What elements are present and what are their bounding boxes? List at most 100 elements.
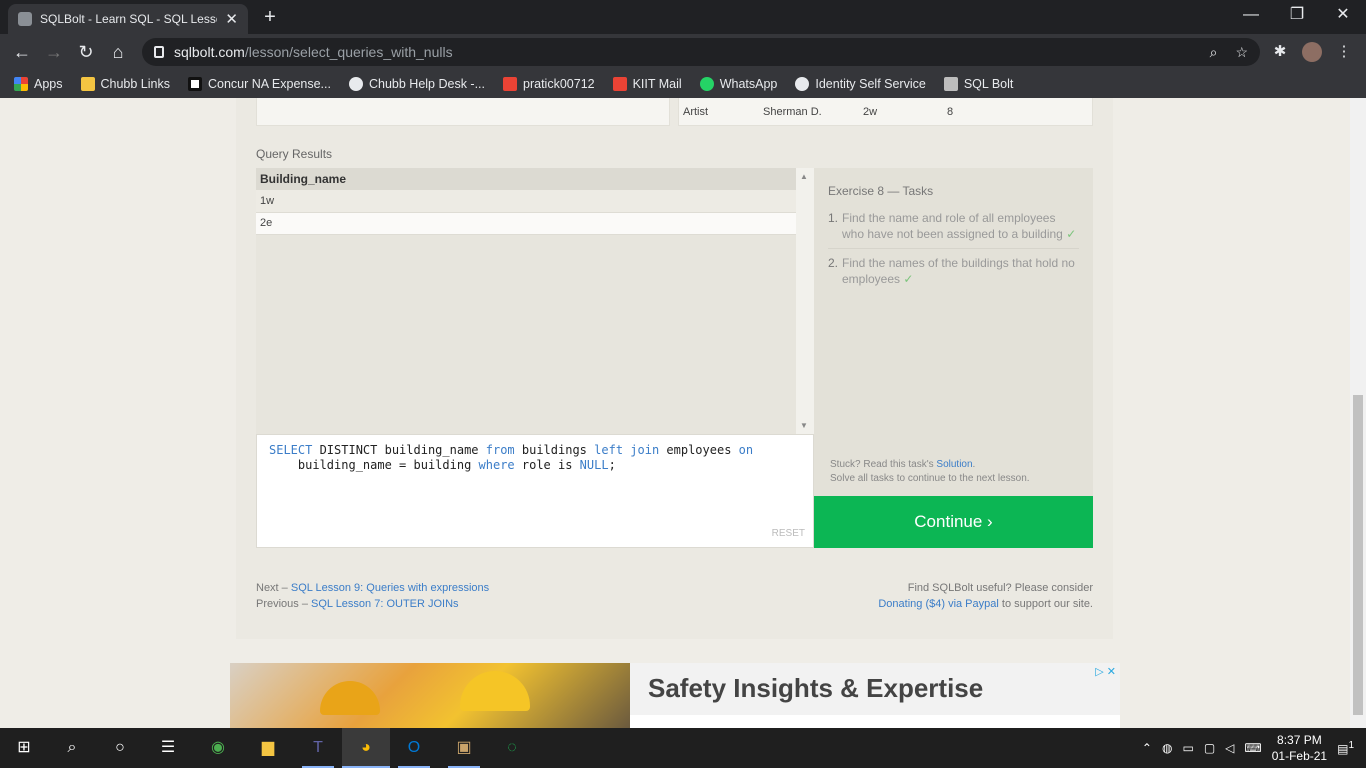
globe-icon <box>348 77 363 91</box>
cortana-circle-icon[interactable]: ○ <box>96 728 144 768</box>
keyboard-icon[interactable]: ⌨ <box>1244 741 1261 755</box>
network-status-icon[interactable]: ◍ <box>1162 741 1172 755</box>
task-view-icon[interactable]: ☰ <box>144 728 192 768</box>
sql-keyword: left <box>594 443 624 457</box>
sql-keyword: on <box>738 443 754 457</box>
system-clock[interactable]: 8:37 PM 01-Feb-21 <box>1272 732 1327 764</box>
new-tab-button[interactable]: + <box>258 4 282 30</box>
reset-button[interactable]: RESET <box>772 526 805 541</box>
minimize-button[interactable]: — <box>1228 0 1274 30</box>
tab-title: SQLBolt - Learn SQL - SQL Lesso <box>40 12 218 26</box>
ad-title: Safety Insights & Expertise <box>648 673 984 703</box>
continue-button[interactable]: Continue › <box>814 496 1093 548</box>
solve-all-text: Solve all tasks to continue to the next … <box>830 473 1030 484</box>
hard-hat-image <box>320 681 380 715</box>
address-bar[interactable]: sqlbolt.com/lesson/select_queries_with_n… <box>142 38 1260 66</box>
stuck-hint: Stuck? Read this task's Solution. Solve … <box>830 458 1030 486</box>
file-explorer-icon[interactable]: ▆ <box>244 728 292 768</box>
outlook-icon[interactable]: O <box>390 728 438 768</box>
scrollbar-thumb[interactable] <box>1353 395 1363 715</box>
sql-keyword: from <box>485 443 515 457</box>
close-tab-icon[interactable]: ✕ <box>225 10 238 28</box>
column-header: Building_name <box>256 168 796 190</box>
bookmark-gmail-pratick[interactable]: pratick00712 <box>503 77 595 91</box>
bookmark-label: pratick00712 <box>523 77 595 91</box>
bookmark-sql-bolt[interactable]: SQL Bolt <box>943 77 1013 91</box>
donate-link[interactable]: Donating ($4) via Paypal <box>878 598 998 610</box>
bookmark-label: Concur NA Expense... <box>208 77 331 91</box>
extensions-puzzle-icon[interactable]: ✱ <box>1266 38 1294 66</box>
page-scrollbar[interactable] <box>1350 98 1366 728</box>
bookmark-apps[interactable]: Apps <box>14 77 63 91</box>
volume-icon[interactable]: ◁ <box>1225 741 1234 755</box>
clock-time: 8:37 PM <box>1277 733 1322 747</box>
lesson-card: Artist Sherman D. 2w 8 Query Results Bui… <box>236 98 1113 639</box>
next-lesson-link[interactable]: SQL Lesson 9: Queries with expressions <box>291 582 489 594</box>
sql-text: buildings <box>514 443 595 457</box>
notification-center-icon[interactable]: ▤1 <box>1337 740 1354 756</box>
database-icon <box>943 77 958 91</box>
battery-icon[interactable]: ▭ <box>1182 741 1193 755</box>
back-arrow-icon[interactable]: ← <box>8 38 36 66</box>
ad-choices-icon[interactable]: ▷ ✕ <box>1095 665 1116 678</box>
sql-keyword: NULL <box>579 458 609 472</box>
display-icon[interactable]: ▢ <box>1204 741 1215 755</box>
chevron-up-icon[interactable]: ⌃ <box>1142 741 1152 755</box>
previous-lesson-link[interactable]: SQL Lesson 7: OUTER JOINs <box>311 598 459 610</box>
ad-image <box>230 663 630 728</box>
package-app-icon[interactable]: ▣ <box>440 728 488 768</box>
bookmark-identity-self-service[interactable]: Identity Self Service <box>795 77 926 91</box>
close-window-button[interactable]: ✕ <box>1320 0 1366 30</box>
url-domain: sqlbolt.com <box>174 44 245 60</box>
bookmark-chubb-help-desk[interactable]: Chubb Help Desk -... <box>348 77 485 91</box>
donate-suffix: to support our site. <box>998 598 1093 610</box>
restore-button[interactable]: ❐ <box>1274 0 1320 30</box>
employees-table-row: Artist Sherman D. 2w 8 <box>678 98 1093 126</box>
zoom-icon[interactable]: ⌕ <box>1210 44 1218 61</box>
tasks-panel: Exercise 8 — Tasks 1. Find the name and … <box>814 168 1093 496</box>
cell-role: Artist <box>683 105 709 118</box>
clock-date: 01-Feb-21 <box>1271 749 1328 763</box>
results-scrollbar[interactable]: ▲ ▼ <box>796 168 814 434</box>
bookmark-concur[interactable]: Concur NA Expense... <box>188 77 331 91</box>
sql-keyword: where <box>478 458 515 472</box>
advertisement-banner[interactable]: Safety Insights & Expertise ▷ ✕ <box>230 663 1120 728</box>
bookmark-kiit-mail[interactable]: KIIT Mail <box>612 77 682 91</box>
search-icon[interactable]: ⌕ <box>48 728 96 768</box>
checkmark-icon: ✓ <box>1066 227 1077 241</box>
useful-text: Find SQLBolt useful? Please consider <box>907 582 1093 594</box>
apps-grid-icon <box>14 77 28 91</box>
windows-taskbar: ⊞ ⌕ ○ ☰ ◉ ▆ T ◕ O ▣ ◌ ⌃ ◍ ▭ ▢ ◁ ⌨ 8:37 P… <box>0 728 1366 768</box>
globe-app-icon[interactable]: ◉ <box>194 728 242 768</box>
profile-avatar[interactable] <box>1302 42 1322 62</box>
home-icon[interactable]: ⌂ <box>104 38 132 66</box>
notification-count: 1 <box>1348 740 1354 751</box>
next-prefix: Next – <box>256 582 291 594</box>
cell-years: 8 <box>947 105 954 118</box>
sql-editor[interactable]: SELECT DISTINCT building_name from build… <box>256 434 814 548</box>
windows-start-icon[interactable]: ⊞ <box>0 728 48 768</box>
bookmark-label: WhatsApp <box>719 77 778 91</box>
forward-arrow-icon[interactable]: → <box>40 38 68 66</box>
chrome-icon[interactable]: ◕ <box>342 728 390 768</box>
cell-building: 2w <box>863 105 878 118</box>
donate-note: Find SQLBolt useful? Please consider Don… <box>878 580 1093 612</box>
whatsapp-icon <box>699 77 714 91</box>
menu-kebab-icon[interactable]: ⋮ <box>1330 38 1358 66</box>
solution-link[interactable]: Solution <box>936 459 972 470</box>
concur-icon <box>188 77 202 91</box>
teams-icon[interactable]: T <box>294 728 342 768</box>
browser-tab-active[interactable]: SQLBolt - Learn SQL - SQL Lesso ✕ <box>8 4 248 34</box>
sql-text: role is <box>514 458 580 472</box>
scroll-down-icon[interactable]: ▼ <box>800 421 808 430</box>
bookmark-whatsapp[interactable]: WhatsApp <box>699 77 778 91</box>
bookmark-chubb-links[interactable]: Chubb Links <box>80 77 170 91</box>
bookmark-label: Identity Self Service <box>815 77 926 91</box>
scroll-up-icon[interactable]: ▲ <box>800 172 808 181</box>
bookmark-star-icon[interactable]: ☆ <box>1235 44 1248 61</box>
hard-hat-image <box>460 671 530 711</box>
bookmark-label: KIIT Mail <box>632 77 682 91</box>
reload-icon[interactable]: ↻ <box>72 38 100 66</box>
loading-ring-icon[interactable]: ◌ <box>488 728 536 768</box>
table-row: 1w <box>256 190 796 213</box>
